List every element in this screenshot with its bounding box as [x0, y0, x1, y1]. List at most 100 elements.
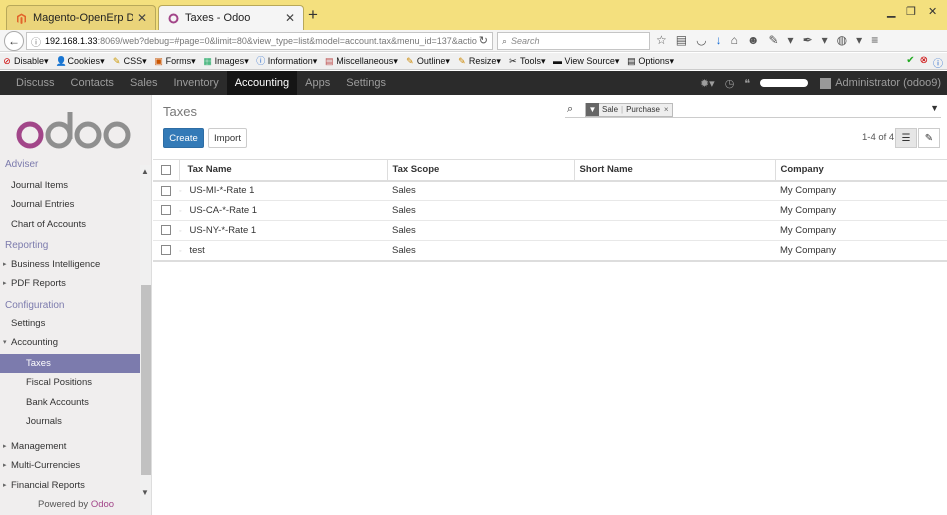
- pocket-icon[interactable]: ◡: [696, 33, 706, 47]
- sidebar-item-journal-entries[interactable]: Journal Entries: [0, 195, 140, 214]
- minimize-icon[interactable]: ▁: [887, 5, 895, 18]
- back-arrow-icon[interactable]: ←: [4, 31, 24, 51]
- sidebar-item-taxes[interactable]: Taxes: [0, 354, 140, 373]
- sidebar-item-business-intelligence[interactable]: ▸ Business Intelligence: [0, 255, 140, 274]
- reload-icon[interactable]: ↻: [479, 34, 488, 47]
- close-tab-icon[interactable]: ✕: [285, 11, 295, 25]
- menu-apps[interactable]: Apps: [297, 71, 338, 95]
- home-icon[interactable]: ⌂: [731, 33, 738, 47]
- drag-handle-icon[interactable]: ◦: [179, 188, 181, 195]
- chat-icon[interactable]: ☻: [747, 33, 760, 47]
- browser-search-input[interactable]: ⌕ Search: [497, 32, 650, 50]
- chevron-down-icon[interactable]: ▾: [856, 33, 862, 47]
- create-button[interactable]: Create: [163, 128, 204, 148]
- sidebar-item-financial-reports[interactable]: ▸ Financial Reports: [0, 476, 140, 495]
- remove-facet-icon[interactable]: ×: [663, 105, 672, 114]
- miscellaneous-icon: ▤: [325, 56, 334, 66]
- sidebar-item-settings[interactable]: Settings: [0, 314, 140, 333]
- download-icon[interactable]: ↓: [716, 33, 722, 47]
- dev-outline-menu[interactable]: ✎ Outline ▾: [405, 56, 450, 67]
- table-row[interactable]: ◦ test Sales My Company: [153, 240, 947, 261]
- sidebar-item-management[interactable]: ▸ Management: [0, 437, 140, 456]
- clock-icon[interactable]: ◷: [725, 77, 735, 90]
- search-view[interactable]: ⌕ ▼ Sale | Purchase × ▼: [565, 102, 941, 118]
- dev-miscellaneous-menu[interactable]: ▤ Miscellaneous ▾: [324, 56, 398, 67]
- sidebar-item-bank-accounts[interactable]: Bank Accounts: [0, 393, 140, 412]
- dev-forms-menu[interactable]: ▣ Forms ▾: [154, 56, 195, 67]
- menu-sales[interactable]: Sales: [122, 71, 166, 95]
- user-menu[interactable]: Administrator (odoo9): [835, 77, 941, 89]
- sidebar-item-journals[interactable]: Journals: [0, 412, 140, 431]
- maximize-icon[interactable]: ❐: [906, 5, 916, 18]
- site-info-icon[interactable]: ⓘ: [31, 34, 41, 49]
- chevron-down-icon[interactable]: ▾: [788, 33, 794, 47]
- menu-accounting[interactable]: Accounting: [226, 71, 298, 95]
- bug-icon[interactable]: ✹▾: [700, 77, 715, 90]
- menu-inventory[interactable]: Inventory: [165, 71, 226, 95]
- powered-by-brand-link[interactable]: Odoo: [91, 499, 114, 510]
- form-view-icon[interactable]: ✎: [918, 128, 940, 148]
- import-button[interactable]: Import: [208, 128, 247, 148]
- dev-cookies-menu[interactable]: 👤 Cookies ▾: [56, 56, 105, 67]
- sidebar-item-multi-currencies[interactable]: ▸ Multi-Currencies: [0, 456, 140, 475]
- sidebar-item-journal-items[interactable]: Journal Items: [0, 176, 140, 195]
- table-row[interactable]: ◦ US-MI-*-Rate 1 Sales My Company: [153, 180, 947, 201]
- table-row[interactable]: ◦ US-CA-*-Rate 1 Sales My Company: [153, 200, 947, 221]
- globe-icon[interactable]: ◍: [837, 33, 847, 47]
- sidebar-item-chart-of-accounts[interactable]: Chart of Accounts: [0, 215, 140, 234]
- sidebar-scrollbar[interactable]: ▲ ▼: [140, 165, 151, 515]
- error-icon[interactable]: ⊗: [920, 55, 928, 70]
- browser-tab-magento[interactable]: Magento-OpenErp Deliver... ✕: [6, 5, 156, 30]
- drag-handle-icon[interactable]: ◦: [179, 208, 181, 215]
- column-header-short-name[interactable]: Short Name: [573, 159, 775, 182]
- row-checkbox[interactable]: [161, 225, 171, 236]
- drag-handle-icon[interactable]: ◦: [179, 248, 181, 255]
- window-close-icon[interactable]: ✕: [928, 5, 937, 18]
- dev-images-menu[interactable]: ▦ Images ▾: [203, 56, 248, 67]
- url-bar[interactable]: ⓘ 192.168.1.33 :8069/web?debug=#page=0&l…: [26, 32, 493, 50]
- list-view-icon[interactable]: ☰: [895, 128, 917, 148]
- column-header-company[interactable]: Company: [774, 159, 947, 182]
- scroll-down-icon[interactable]: ▼: [141, 488, 149, 497]
- sidebar-item-fiscal-positions[interactable]: Fiscal Positions: [0, 373, 140, 392]
- hamburger-menu-icon[interactable]: ≡: [871, 33, 878, 47]
- column-header-tax-name[interactable]: Tax Name: [178, 159, 387, 182]
- bookmark-star-icon[interactable]: ☆: [656, 33, 667, 47]
- dev-view-source-menu[interactable]: ▬ View Source ▾: [553, 56, 619, 67]
- avatar[interactable]: [820, 77, 832, 89]
- chevron-down-icon[interactable]: ▾: [822, 33, 828, 47]
- row-checkbox[interactable]: [161, 185, 171, 196]
- checkmark-icon[interactable]: ✔: [906, 55, 914, 70]
- dev-disable-menu[interactable]: ⊘ Disable ▾: [2, 56, 48, 67]
- browser-tab-odoo[interactable]: Taxes - Odoo ✕: [158, 5, 304, 30]
- pen-icon[interactable]: ✒: [803, 33, 813, 47]
- menu-discuss[interactable]: Discuss: [8, 71, 63, 95]
- row-checkbox[interactable]: [161, 245, 171, 256]
- row-checkbox[interactable]: [161, 205, 171, 216]
- sidebar-item-pdf-reports[interactable]: ▸ PDF Reports: [0, 274, 140, 293]
- new-tab-icon[interactable]: +: [308, 6, 318, 24]
- chat-bubbles-icon[interactable]: ❝: [744, 77, 750, 90]
- pager-value[interactable]: 1-4 of 4: [862, 132, 894, 143]
- search-options-dropdown-icon[interactable]: ▼: [930, 103, 939, 113]
- odoo-logo[interactable]: [16, 109, 136, 159]
- dev-resize-menu[interactable]: ✎ Resize ▾: [457, 56, 501, 67]
- scrollbar-thumb[interactable]: [141, 285, 151, 475]
- dev-options-menu[interactable]: ▤ Options ▾: [626, 56, 674, 67]
- close-tab-icon[interactable]: ✕: [137, 11, 147, 25]
- scroll-up-icon[interactable]: ▲: [141, 167, 149, 176]
- reading-list-icon[interactable]: ▤: [676, 33, 687, 47]
- dev-information-menu[interactable]: ⓘ Information ▾: [256, 56, 317, 67]
- menu-settings[interactable]: Settings: [338, 71, 394, 95]
- dev-tools-menu[interactable]: ✂ Tools ▾: [508, 56, 545, 67]
- select-all-checkbox[interactable]: [160, 164, 171, 175]
- column-header-tax-scope[interactable]: Tax Scope: [386, 159, 574, 182]
- dev-css-menu[interactable]: ✎ CSS ▾: [112, 56, 147, 67]
- sidebar-item-accounting[interactable]: ▾ Accounting: [0, 333, 140, 352]
- table-row[interactable]: ◦ US-NY-*-Rate 1 Sales My Company: [153, 220, 947, 241]
- search-facet: ▼ Sale | Purchase ×: [585, 102, 673, 117]
- menu-contacts[interactable]: Contacts: [63, 71, 122, 95]
- info-icon[interactable]: ⓘ: [933, 55, 943, 70]
- addon-icon[interactable]: ✎: [768, 33, 778, 47]
- drag-handle-icon[interactable]: ◦: [179, 228, 181, 235]
